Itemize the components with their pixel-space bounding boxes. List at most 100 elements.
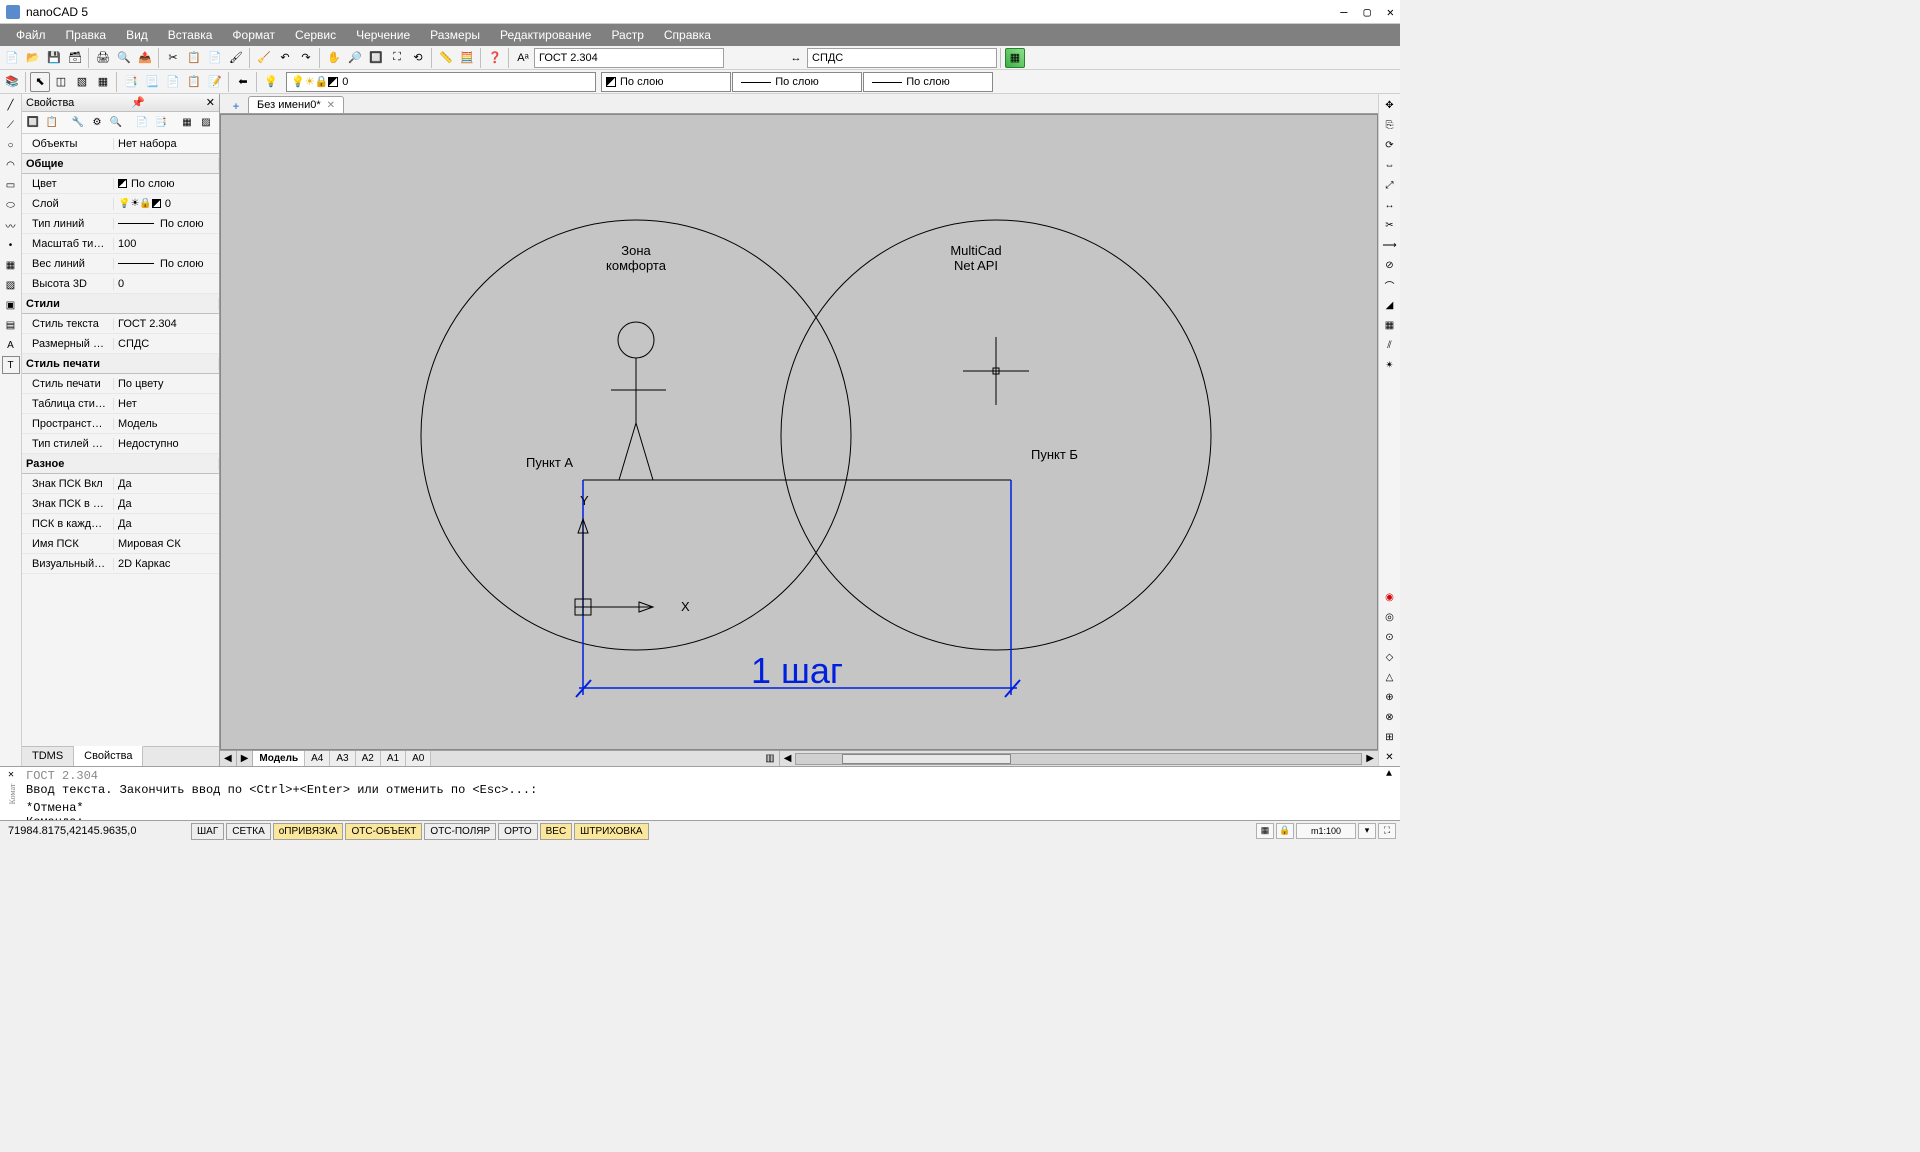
properties-pin-icon[interactable]: 📌: [131, 96, 145, 109]
eraser-icon[interactable]: 🧹: [254, 48, 274, 68]
stretch-icon[interactable]: ↔: [1381, 196, 1399, 214]
trim-icon[interactable]: ✂: [1381, 216, 1399, 234]
move-icon[interactable]: ✥: [1381, 96, 1399, 114]
status-btn-штриховка[interactable]: ШТРИХОВКА: [574, 823, 648, 840]
layer-combo[interactable]: 💡☀🔒 0: [286, 72, 596, 92]
region-icon[interactable]: ▨: [2, 276, 20, 294]
offset-icon[interactable]: ⫽: [1381, 336, 1399, 354]
prop-row[interactable]: Стиль текстаГОСТ 2.304: [22, 314, 219, 334]
saveall-icon[interactable]: 🗃: [65, 48, 85, 68]
properties-close-icon[interactable]: ✕: [206, 96, 215, 109]
block-icon[interactable]: ▣: [2, 296, 20, 314]
status-icon-1[interactable]: ▦: [1256, 823, 1274, 839]
prop-section-head[interactable]: Стиль печати: [22, 354, 219, 374]
color-combo[interactable]: По слою: [601, 72, 731, 92]
fillet-icon[interactable]: ⌒: [1381, 276, 1399, 294]
filter2-icon[interactable]: 📃: [142, 72, 162, 92]
explode-icon[interactable]: ✴: [1381, 356, 1399, 374]
text-icon[interactable]: T: [2, 356, 20, 374]
model-tab[interactable]: Модель: [253, 751, 305, 766]
table-icon[interactable]: ▤: [2, 316, 20, 334]
prop-row[interactable]: ЦветПо слою: [22, 174, 219, 194]
prop-btn-9[interactable]: ▨: [197, 114, 215, 132]
osnap5-icon[interactable]: △: [1381, 668, 1399, 686]
break-icon[interactable]: ⊘: [1381, 256, 1399, 274]
menu-help[interactable]: Справка: [654, 25, 721, 45]
new-icon[interactable]: 📄: [2, 48, 22, 68]
rotate-icon[interactable]: ⟳: [1381, 136, 1399, 154]
status-btn-сетка[interactable]: СЕТКА: [226, 823, 271, 840]
prop-row[interactable]: Слой💡☀🔒0: [22, 194, 219, 214]
layers-manage-icon[interactable]: 📚: [2, 72, 22, 92]
osnap7-icon[interactable]: ⊗: [1381, 708, 1399, 726]
status-icon-3[interactable]: ▾: [1358, 823, 1376, 839]
spline-icon[interactable]: 〰: [2, 216, 20, 234]
cut-icon[interactable]: ✂: [163, 48, 183, 68]
hatch-icon[interactable]: ▦: [2, 256, 20, 274]
prop-row[interactable]: Пространство ...Модель: [22, 414, 219, 434]
menu-file[interactable]: Файл: [6, 25, 56, 45]
ellipse-icon[interactable]: ⬭: [2, 196, 20, 214]
prop-btn-8[interactable]: ▦: [178, 114, 196, 132]
layout-a0[interactable]: A0: [406, 751, 431, 766]
status-btn-отс-поляр[interactable]: ОТС-ПОЛЯР: [424, 823, 496, 840]
cmdline-scroll-icon[interactable]: ▲: [1386, 769, 1392, 780]
layout-a1[interactable]: A1: [381, 751, 406, 766]
mtext-icon[interactable]: A: [2, 336, 20, 354]
status-scale[interactable]: m1:100: [1296, 823, 1356, 839]
dim-style-icon[interactable]: ↔: [786, 48, 806, 68]
zoom-window-icon[interactable]: 🔲: [366, 48, 386, 68]
prop-row[interactable]: Имя ПСКМировая СК: [22, 534, 219, 554]
help-icon[interactable]: ❓: [485, 48, 505, 68]
scale-icon[interactable]: ⤢: [1381, 176, 1399, 194]
prop-btn-4[interactable]: ⚙: [88, 114, 106, 132]
prop-btn-7[interactable]: 📑: [152, 114, 170, 132]
publish-icon[interactable]: 📤: [135, 48, 155, 68]
dim-style-combo[interactable]: [807, 48, 997, 68]
menu-raster[interactable]: Растр: [601, 25, 653, 45]
tab-properties[interactable]: Свойства: [74, 746, 143, 766]
array-icon[interactable]: ▦: [1381, 316, 1399, 334]
doc-tab-close-icon[interactable]: ✕: [327, 100, 335, 111]
undo-icon[interactable]: ↶: [275, 48, 295, 68]
prop-btn-3[interactable]: 🔧: [69, 114, 87, 132]
copy2-icon[interactable]: ⎘: [1381, 116, 1399, 134]
circle-icon[interactable]: ○: [2, 136, 20, 154]
select-icon[interactable]: ⬉: [30, 72, 50, 92]
sel-all-icon[interactable]: ▦: [93, 72, 113, 92]
text-style-icon[interactable]: Aᵃ: [513, 48, 533, 68]
layout-a2[interactable]: A2: [356, 751, 381, 766]
status-btn-шаг[interactable]: ШАГ: [191, 823, 224, 840]
prop-section-head[interactable]: Стили: [22, 294, 219, 314]
arc-icon[interactable]: ◠: [2, 156, 20, 174]
prop-btn-2[interactable]: 📋: [43, 114, 61, 132]
split-icon[interactable]: ▥: [761, 751, 779, 766]
prop-section-head[interactable]: Общие: [22, 154, 219, 174]
zoom-extents-icon[interactable]: ⛶: [387, 48, 407, 68]
menu-insert[interactable]: Вставка: [158, 25, 223, 45]
filter1-icon[interactable]: 📑: [121, 72, 141, 92]
pan-icon[interactable]: ✋: [324, 48, 344, 68]
tab-nav-next[interactable]: ▶: [237, 751, 254, 766]
sel-window-icon[interactable]: ◫: [51, 72, 71, 92]
save-icon[interactable]: 💾: [44, 48, 64, 68]
prop-row[interactable]: Знак ПСК в на...Да: [22, 494, 219, 514]
prop-row[interactable]: Стиль печатиПо цвету: [22, 374, 219, 394]
prop-row[interactable]: ПСК в каждом ...Да: [22, 514, 219, 534]
menu-modify[interactable]: Редактирование: [490, 25, 601, 45]
objects-value[interactable]: Нет набора: [114, 138, 219, 150]
distance-icon[interactable]: 📏: [436, 48, 456, 68]
rectangle-icon[interactable]: ▭: [2, 176, 20, 194]
status-btn-вес[interactable]: ВЕС: [540, 823, 573, 840]
calculator-icon[interactable]: 🧮: [457, 48, 477, 68]
prop-row[interactable]: Знак ПСК ВклДа: [22, 474, 219, 494]
match-icon[interactable]: 🖌: [226, 48, 246, 68]
tab-tdms[interactable]: TDMS: [22, 747, 74, 766]
minimize-button[interactable]: —: [1340, 5, 1347, 19]
menu-format[interactable]: Формат: [222, 25, 285, 45]
linetype-combo[interactable]: По слою: [732, 72, 862, 92]
prop-row[interactable]: Размерный ст...СПДС: [22, 334, 219, 354]
point-icon[interactable]: •: [2, 236, 20, 254]
new-doc-button[interactable]: +: [228, 101, 244, 113]
copy-icon[interactable]: 📋: [184, 48, 204, 68]
